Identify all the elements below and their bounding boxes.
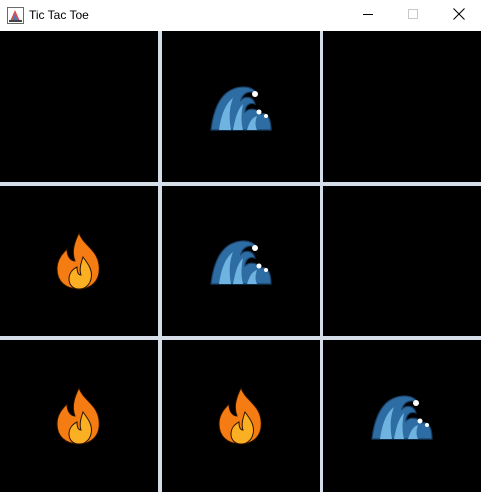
board-cell-r2-c3[interactable] [323,186,481,336]
grid-line-horizontal-1 [0,182,481,186]
close-icon [453,7,465,25]
board-cell-r2-c2[interactable] [162,186,320,336]
fire-icon [215,386,267,446]
fire-icon [53,386,105,446]
board-cell-r1-c2[interactable] [162,31,320,182]
game-board [0,31,481,492]
window-title: Tic Tac Toe [29,8,89,22]
water-wave-icon [209,82,273,132]
java-app-icon [7,7,24,24]
board-cell-r1-c3[interactable] [323,31,481,182]
board-cell-r3-c1[interactable] [0,340,158,492]
minimize-icon [362,7,374,25]
minimize-button[interactable] [345,0,391,31]
board-cell-r1-c1[interactable] [0,31,158,182]
grid-line-vertical-1 [158,31,162,492]
board-cell-r3-c3[interactable] [323,340,481,492]
grid-line-horizontal-2 [0,336,481,340]
water-wave-icon [370,391,434,441]
board-cell-r3-c2[interactable] [162,340,320,492]
close-button[interactable] [436,0,481,31]
title-bar[interactable]: Tic Tac Toe [0,0,481,31]
fire-icon [53,231,105,291]
water-wave-icon [209,236,273,286]
board-cell-r2-c1[interactable] [0,186,158,336]
maximize-icon [407,7,419,25]
maximize-button[interactable] [390,0,436,31]
tic-tac-toe-window: Tic Tac Toe [0,0,481,492]
grid-line-vertical-2 [320,31,323,492]
